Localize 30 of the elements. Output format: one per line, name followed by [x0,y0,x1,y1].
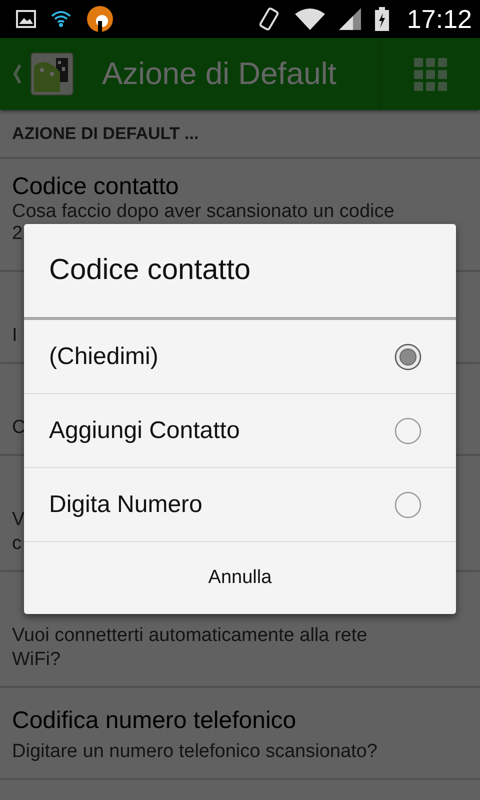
screen-title: Azione di Default [102,56,338,92]
battery-charging-icon [374,7,389,31]
option-label: Digita Numero [49,490,204,518]
radio-button[interactable] [394,342,422,370]
setting-description: I [12,324,18,348]
app-icon [30,52,74,96]
setting-title: Codifica numero telefonico [12,706,296,736]
option-row[interactable]: Aggiungi Contatto [24,394,456,468]
setting-description: Vuoi connetterti automaticamente alla rete WiFi? [12,624,368,672]
app-logo-icon [86,5,114,33]
setting-description: C [12,416,26,440]
option-row[interactable]: (Chiedimi) [24,320,456,394]
option-row[interactable]: Digita Numero [24,468,456,542]
radio-button[interactable] [394,490,422,518]
wifi-icon [50,10,72,28]
back-chevron-icon [12,63,22,85]
grid-icon [414,58,446,90]
image-icon [16,10,36,28]
setting-title: Codice contatto [12,173,179,201]
setting-description: Cosa faccio dopo aver scansionato un codice 2 [12,201,394,245]
clock: 17:12 [406,4,472,34]
wifi-icon [294,8,325,30]
setting-description: Digitare un numero telefonico scansionato? [12,740,378,764]
radio-button[interactable] [394,416,422,444]
option-label: Aggiungi Contatto [49,416,241,444]
vibrate-icon [256,6,281,32]
signal-icon [338,8,361,30]
setting-description: V c [12,508,25,556]
option-label: (Chiedimi) [49,342,160,370]
section-header: AZIONE DI DEFAULT ... [12,124,199,144]
